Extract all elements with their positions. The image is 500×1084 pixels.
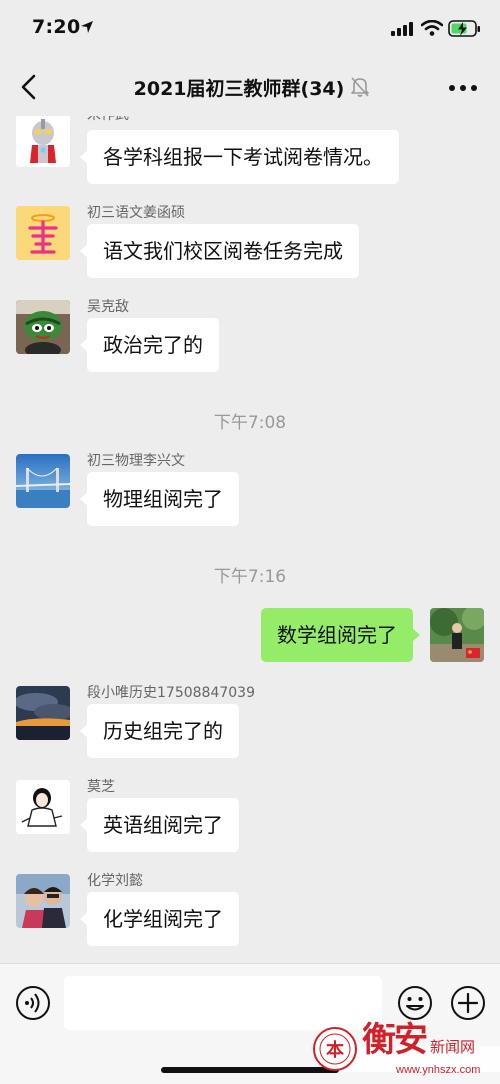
message-bubble[interactable]: 语文我们校区阅卷任务完成 [80,224,359,278]
message-input[interactable] [64,976,382,1030]
more-dots-icon[interactable] [448,82,478,94]
message-bubble[interactable]: 政治完了的 [80,318,219,372]
timestamp-separator: 下午7:08 [213,413,287,433]
battery-charging-icon [448,20,480,37]
cellular-signal-icon [391,22,413,36]
watermark-url: www.ynhszx.com [396,1064,481,1076]
status-time: 7:20 [32,16,81,38]
cartoon-turtle-avatar[interactable] [16,300,70,354]
message-bubble[interactable]: 各学科组报一下考试阅卷情况。 [80,130,399,184]
message-bubble[interactable]: 化学组阅完了 [80,892,239,946]
watermark-brand: 衡安 [362,1020,428,1060]
sender-name: 初三语文姜函硕 [87,205,185,221]
ultraman-avatar[interactable] [16,116,70,167]
sender-name: 化学刘懿 [87,873,143,889]
sketch-figure-avatar[interactable] [16,780,70,834]
jiang-character-avatar[interactable] [16,206,70,260]
watermark-site: 新闻网 [430,1038,476,1056]
message-bubble-self[interactable]: 数学组阅完了 [261,608,420,662]
outdoor-photo-avatar[interactable] [430,608,484,662]
sender-name: 段小唯历史17508847039 [87,685,255,701]
svg-text:本: 本 [326,1039,344,1061]
status-bar: 7:20 [0,0,500,58]
sender-name: 莫芝 [87,779,115,795]
mute-bell-icon [351,77,370,97]
wifi-icon [421,20,443,36]
sender-name: 初三物理李兴文 [87,453,185,469]
message-list[interactable]: 宋作武 各学科组报一下考试阅卷情况。 初三语文姜函硕 语文我们 [0,116,500,963]
bridge-photo-avatar[interactable] [16,454,70,508]
sender-name: 宋作武 [87,116,129,124]
sender-name: 吴克敌 [87,299,129,315]
chat-header: 2021届初三教师群(34) [0,58,500,116]
message-bubble[interactable]: 物理组阅完了 [80,472,239,526]
message-bubble[interactable]: 历史组完了的 [80,704,239,758]
location-arrow-icon [81,21,93,33]
timestamp-separator: 下午7:16 [213,567,287,587]
cloudy-sky-avatar[interactable] [16,686,70,740]
message-bubble[interactable]: 英语组阅完了 [80,798,239,852]
watermark-seal-logo: 本 [313,1027,357,1071]
plus-icon[interactable] [450,985,486,1021]
voice-icon[interactable] [15,985,51,1021]
couple-photo-avatar[interactable] [16,874,70,928]
chat-title: 2021届初三教师群(34) [133,78,345,100]
